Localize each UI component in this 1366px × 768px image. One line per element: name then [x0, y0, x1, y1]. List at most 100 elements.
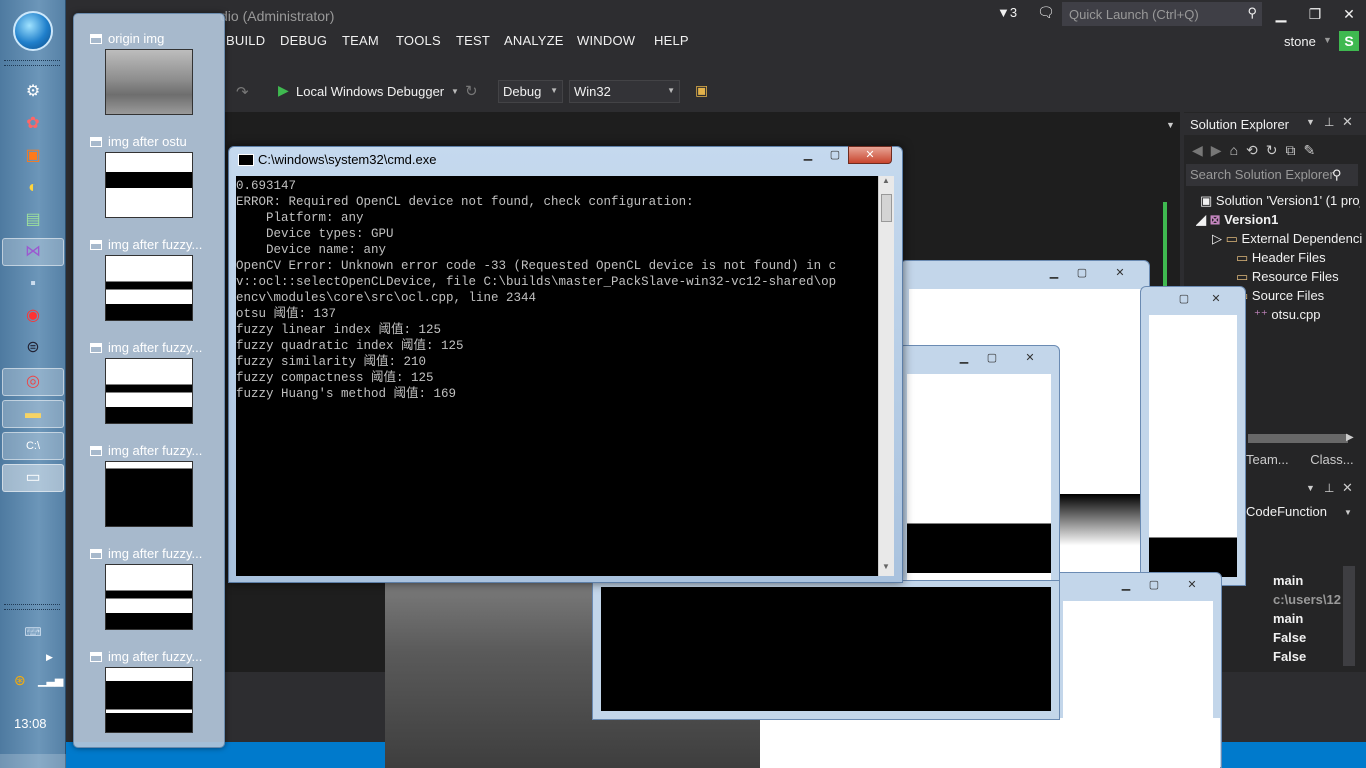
eclipse-icon[interactable]: ⊜ [16, 334, 50, 362]
notification-flag[interactable]: ▼3 [997, 5, 1017, 20]
close-button[interactable]: ✕ [848, 146, 892, 164]
show-desktop-button[interactable] [0, 754, 66, 768]
minimize-button[interactable]: ▁ [951, 350, 977, 366]
scroll-up-icon[interactable]: ▲ [882, 176, 890, 185]
platform-select[interactable]: Win32 ▼ [569, 80, 680, 103]
property-value[interactable]: c:\users\12 [1273, 592, 1353, 607]
app-icon[interactable]: ▤ [16, 206, 50, 234]
app-icon[interactable]: ▣ [16, 142, 50, 170]
image-window[interactable]: ▢ ✕ [1140, 286, 1246, 586]
search-icon[interactable]: ⚲ [1332, 167, 1342, 183]
menu-window[interactable]: WINDOW [577, 33, 635, 51]
thumbnail-image[interactable] [105, 152, 193, 218]
thumbnail-image[interactable] [105, 49, 193, 115]
menu-analyze[interactable]: ANALYZE [504, 33, 564, 51]
properties-scrollbar[interactable] [1343, 566, 1355, 666]
quick-launch-input[interactable]: Quick Launch (Ctrl+Q) ⚲ [1062, 2, 1262, 26]
thumbnail-title[interactable]: img after fuzzy... [90, 443, 218, 458]
keyboard-icon[interactable]: ⌨ [16, 618, 50, 646]
avatar[interactable]: S [1339, 31, 1359, 51]
thumbnail-title[interactable]: img after fuzzy... [90, 649, 218, 664]
maximize-button[interactable]: ▢ [1141, 577, 1167, 593]
close-icon[interactable]: ✕ [1342, 114, 1353, 130]
paint-icon[interactable]: ✿ [16, 110, 50, 138]
property-value[interactable]: main [1273, 573, 1353, 588]
tree-item-external-deps[interactable]: ▷ ▭ External Dependencies [1212, 231, 1362, 250]
scroll-right-icon[interactable]: ▶ [1346, 432, 1354, 443]
attach-icon[interactable]: ▣ [695, 82, 708, 99]
menu-build[interactable]: BUILD [226, 33, 265, 51]
thumbnail-image[interactable] [105, 564, 193, 630]
forward-icon[interactable]: ▶ [1211, 142, 1230, 158]
tray-app-icon[interactable]: ⊛ [14, 672, 26, 689]
configuration-select[interactable]: Debug ▼ [498, 80, 563, 103]
thumbnail-title[interactable]: img after fuzzy... [90, 546, 218, 561]
menu-help[interactable]: HELP [654, 33, 689, 51]
chevron-down-icon[interactable]: ▼ [1344, 508, 1352, 517]
minimize-button[interactable]: ▁ [795, 147, 821, 163]
minimize-button[interactable]: ▁ [1113, 577, 1139, 593]
maximize-button[interactable]: ▢ [1171, 291, 1197, 307]
menu-team[interactable]: TEAM [342, 33, 379, 51]
image-window[interactable] [592, 580, 1060, 720]
tree-item-source-files[interactable]: ▭ Source Files [1236, 288, 1364, 307]
thumbnail-title[interactable]: img after fuzzy... [90, 340, 218, 355]
chevron-down-icon[interactable]: ▼ [451, 87, 459, 96]
pin-icon[interactable]: ⊥ [1324, 481, 1334, 495]
scroll-down-icon[interactable]: ▼ [882, 562, 890, 571]
wrench-icon[interactable]: ✎ [1304, 142, 1324, 158]
feedback-icon[interactable]: 🗨 [1037, 4, 1055, 21]
app-icon[interactable]: ▪ [16, 270, 50, 298]
back-icon[interactable]: ◀ [1192, 142, 1211, 158]
thumbnail-image[interactable] [105, 667, 193, 733]
thumbnail-image[interactable] [105, 358, 193, 424]
property-value[interactable]: main [1273, 611, 1353, 626]
start-button[interactable] [13, 11, 53, 51]
refresh-icon[interactable]: ↻ [1266, 142, 1286, 158]
chevron-down-icon[interactable]: ▼ [1166, 120, 1175, 130]
minimize-button[interactable]: ▁ [1266, 2, 1296, 26]
tab-class[interactable]: Class... [1310, 452, 1353, 467]
pin-icon[interactable]: ⊥ [1324, 115, 1334, 129]
chevron-down-icon[interactable]: ▼ [1306, 483, 1315, 493]
tree-item-solution[interactable]: ▣ Solution 'Version1' (1 project) [1200, 193, 1360, 212]
scroll-thumb[interactable] [881, 194, 892, 222]
maximize-button[interactable]: ▢ [1069, 265, 1095, 281]
sync-icon[interactable]: ⟲ [1246, 142, 1266, 158]
thumbnail-image[interactable] [105, 461, 193, 527]
horizontal-scrollbar[interactable] [1248, 434, 1348, 443]
tab-team[interactable]: Team... [1246, 452, 1289, 467]
tree-item-otsu-cpp[interactable]: ⁺⁺ otsu.cpp [1254, 307, 1364, 326]
property-value[interactable]: False [1273, 630, 1353, 645]
chevron-right-icon[interactable]: ▶ [46, 652, 53, 663]
thumbnail-title[interactable]: img after fuzzy... [90, 237, 218, 252]
menu-test[interactable]: TEST [456, 33, 490, 51]
clock[interactable]: 13:08 [14, 716, 47, 731]
thumbnail-title[interactable]: origin img [90, 31, 218, 46]
close-button[interactable]: ✕ [1334, 2, 1364, 26]
network-icon[interactable]: ⚙ [16, 78, 50, 106]
maximize-button[interactable]: ▢ [822, 147, 848, 163]
solution-explorer-toolbar[interactable]: ◀▶⌂⟲↻⧉✎ [1192, 142, 1323, 159]
netease-music-icon[interactable]: ◉ [16, 302, 50, 330]
property-value[interactable]: False [1273, 649, 1353, 664]
close-button[interactable]: ✕ [1203, 291, 1229, 307]
restore-button[interactable]: ❐ [1300, 2, 1330, 26]
menu-debug[interactable]: DEBUG [280, 33, 327, 51]
home-icon[interactable]: ⌂ [1230, 142, 1246, 158]
maximize-button[interactable]: ▢ [979, 350, 1005, 366]
tree-item-header-files[interactable]: ▭ Header Files [1236, 250, 1364, 269]
chevron-down-icon[interactable]: ▼ [1306, 117, 1315, 127]
user-name[interactable]: stone [1284, 34, 1316, 49]
tree-item-project[interactable]: ◢ ⊠ Version1 [1196, 212, 1356, 231]
menu-tools[interactable]: TOOLS [396, 33, 441, 51]
tree-item-resource-files[interactable]: ▭ Resource Files [1236, 269, 1364, 288]
refresh-icon[interactable]: ↻ [465, 82, 478, 100]
start-debugging-button[interactable]: Local Windows Debugger [296, 84, 444, 99]
thumbnail-image[interactable] [105, 255, 193, 321]
thumbnail-title[interactable]: img after ostu [90, 134, 218, 149]
minimize-button[interactable]: ▁ [1041, 265, 1067, 281]
close-button[interactable]: ✕ [1107, 265, 1133, 281]
close-button[interactable]: ✕ [1017, 350, 1043, 366]
signal-icon[interactable]: ▁▃▅ [38, 674, 63, 687]
